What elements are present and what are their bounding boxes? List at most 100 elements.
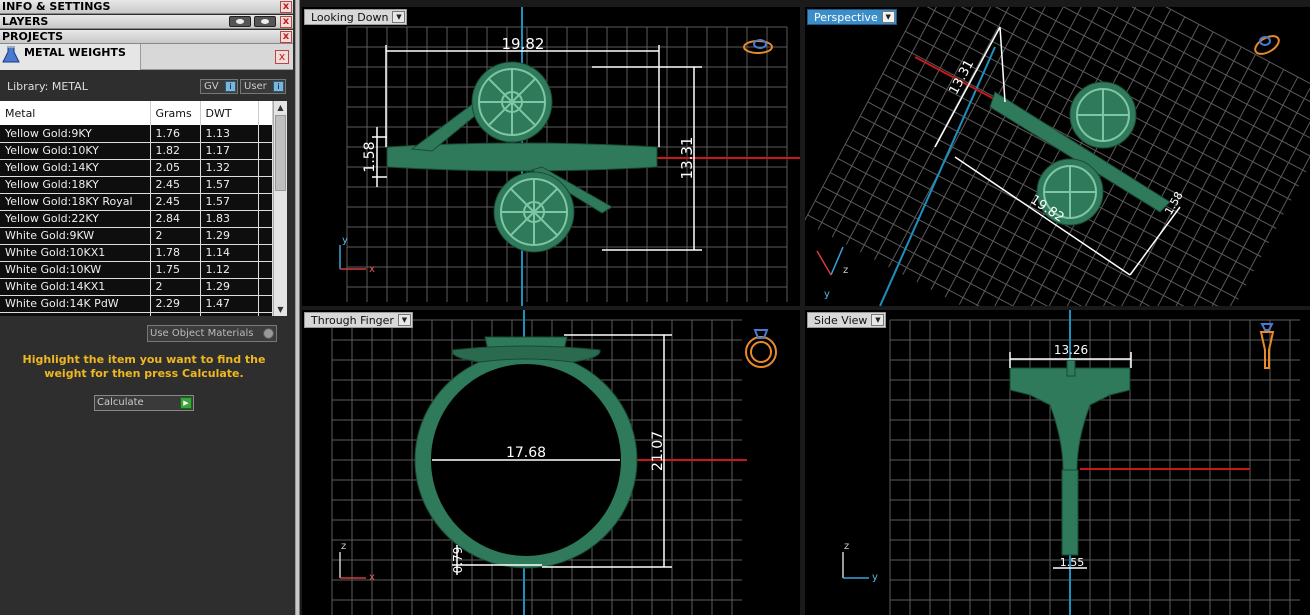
gv-toggle[interactable]: GV i [200, 79, 238, 94]
through-finger-axis-x-label: x [369, 572, 375, 583]
cell-dwt: 1.11 [200, 312, 259, 316]
metal-weights-close-button[interactable]: x [275, 50, 289, 64]
cell-metal: Yellow Gold:18KY [0, 176, 151, 194]
through-finger-axis-indicator: z x [339, 541, 375, 583]
play-icon: ▶ [180, 397, 192, 409]
tab-side-view[interactable]: Side View ▼ [807, 312, 887, 328]
side-axis-z-label: z [844, 541, 849, 552]
perspective-ring-orientation-icon[interactable] [1252, 32, 1282, 57]
grid-line [817, 7, 988, 230]
table-row[interactable]: Yellow Gold:14KY 2.05 1.32 [0, 159, 273, 177]
user-toggle[interactable]: User i [240, 79, 286, 94]
chevron-down-icon[interactable]: ▼ [871, 314, 885, 326]
perspective-axis-indicator: z y [816, 246, 848, 300]
user-label: User [244, 81, 267, 92]
cell-grams: 2.05 [150, 159, 201, 177]
cell-grams: 2 [150, 227, 201, 245]
cell-dwt: 1.12 [200, 261, 259, 279]
layer-visibility-icon[interactable] [229, 16, 251, 27]
scroll-thumb[interactable] [275, 115, 286, 191]
cell-spacer [258, 210, 273, 228]
tab-perspective[interactable]: Perspective ▼ [807, 9, 897, 25]
looking-down-canvas[interactable]: 19.82 13.31 1.58 y x [302, 7, 800, 306]
perspective-canvas[interactable]: 13.31 19.82 1.58 z y [805, 7, 1310, 306]
column-header-metal[interactable]: Metal [0, 101, 151, 125]
viewport-perspective[interactable]: 13.31 19.82 1.58 z y Perspective ▼ [805, 7, 1310, 306]
cell-spacer [258, 261, 273, 279]
chevron-down-icon[interactable]: ▼ [392, 11, 406, 23]
ring-height-label: 21.07 [650, 431, 666, 471]
table-row[interactable]: White Gold:10KX1 1.78 1.14 [0, 244, 273, 262]
cell-spacer [258, 142, 273, 160]
table-row[interactable]: Yellow Gold:18KY Royal 2.45 1.57 [0, 193, 273, 211]
perspective-label: Perspective [814, 11, 878, 24]
table-row[interactable]: White Gold:14KX1 2 1.29 [0, 278, 273, 296]
table-row[interactable]: White Gold:9KW 2 1.29 [0, 227, 273, 245]
cell-metal: Yellow Gold:9KY [0, 125, 151, 143]
side-view-axis-indicator: z y [842, 541, 878, 583]
scroll-up-icon[interactable]: ▲ [274, 101, 287, 114]
grid-line [874, 7, 1044, 260]
column-header-dwt[interactable]: DWT [200, 101, 259, 125]
band-thickness-label: 0.79 [451, 547, 465, 574]
cell-grams: 2.45 [150, 193, 201, 211]
table-row[interactable]: White Gold:14K PdW 2.29 1.47 [0, 295, 273, 313]
tab-looking-down[interactable]: Looking Down ▼ [304, 9, 408, 25]
viewport-through-finger[interactable]: 17.68 21.07 0.79 z x Through Finger ▼ [302, 310, 800, 615]
info-settings-title: INFO & SETTINGS [2, 0, 111, 13]
radio-icon[interactable] [263, 328, 274, 339]
scroll-down-icon[interactable]: ▼ [274, 303, 287, 316]
perspective-axis-y-label: y [824, 289, 830, 300]
projects-close-button[interactable]: x [280, 31, 292, 43]
cell-grams: 2 [150, 278, 201, 296]
chevron-down-icon[interactable]: ▼ [881, 11, 895, 23]
through-finger-axis-z-label: z [341, 541, 346, 552]
inner-diameter-label: 17.68 [506, 445, 546, 461]
metal-weights-tab[interactable]: METAL WEIGHTS [0, 44, 141, 70]
projects-header[interactable]: PROJECTS x [0, 30, 293, 44]
library-label: Library: METAL [7, 80, 88, 93]
cell-grams: 2.29 [150, 295, 201, 313]
table-row[interactable]: Yellow Gold:10KY 1.82 1.17 [0, 142, 273, 160]
cell-spacer [258, 312, 273, 316]
perspective-dim-c-label: 1.58 [1162, 189, 1186, 217]
panel-divider[interactable] [295, 0, 300, 615]
cell-metal: Yellow Gold:18KY Royal [0, 193, 151, 211]
use-object-materials-option[interactable]: Use Object Materials [147, 325, 277, 342]
side-axis-y-label: y [872, 572, 878, 583]
cell-spacer [258, 125, 273, 143]
table-header-row: Metal Grams DWT [0, 101, 273, 125]
cell-dwt: 1.57 [200, 176, 259, 194]
column-header-grams[interactable]: Grams [150, 101, 201, 125]
dim-height-label: 13.31 [678, 137, 696, 180]
metal-weights-bar: METAL WEIGHTS x [0, 44, 293, 70]
side-view-canvas[interactable]: 13.26 1.55 z y [805, 310, 1310, 615]
ring-side-orientation-icon[interactable] [1259, 323, 1275, 369]
tab-through-finger[interactable]: Through Finger ▼ [304, 312, 413, 328]
gv-toggle-icon: i [225, 81, 236, 92]
cell-grams: 2.45 [150, 176, 201, 194]
table-scrollbar[interactable]: ▲ ▼ [273, 101, 287, 316]
ring-front-orientation-icon[interactable] [745, 329, 777, 368]
table-row[interactable]: White Gold:14KW1.731.11 [0, 312, 273, 316]
layers-close-button[interactable]: x [280, 16, 292, 28]
table-row[interactable]: Yellow Gold:9KY 1.76 1.13 [0, 125, 273, 143]
looking-down-label: Looking Down [311, 11, 389, 24]
viewport-side-view[interactable]: 13.26 1.55 z y Side View ▼ [805, 310, 1310, 615]
viewport-looking-down[interactable]: 19.82 13.31 1.58 y x Looking Down ▼ [302, 7, 800, 306]
table-row[interactable]: Yellow Gold:18KY 2.45 1.57 [0, 176, 273, 194]
chevron-down-icon[interactable]: ▼ [397, 314, 411, 326]
table-row[interactable]: Yellow Gold:22KY 2.84 1.83 [0, 210, 273, 228]
info-settings-close-button[interactable]: x [280, 1, 292, 13]
axis-x-label: x [369, 264, 375, 275]
calculate-button[interactable]: Calculate ▶ [94, 395, 194, 411]
through-finger-canvas[interactable]: 17.68 21.07 0.79 z x [302, 310, 800, 615]
side-band-label: 1.55 [1060, 556, 1085, 569]
instruction-text: Highlight the item you want to find the … [22, 353, 266, 380]
eye-icon[interactable] [254, 16, 276, 27]
layers-title: LAYERS [2, 15, 49, 28]
layers-header[interactable]: LAYERS x [0, 15, 293, 29]
cell-spacer [258, 193, 273, 211]
info-settings-header[interactable]: INFO & SETTINGS x [0, 0, 293, 14]
table-row[interactable]: White Gold:10KW 1.75 1.12 [0, 261, 273, 279]
